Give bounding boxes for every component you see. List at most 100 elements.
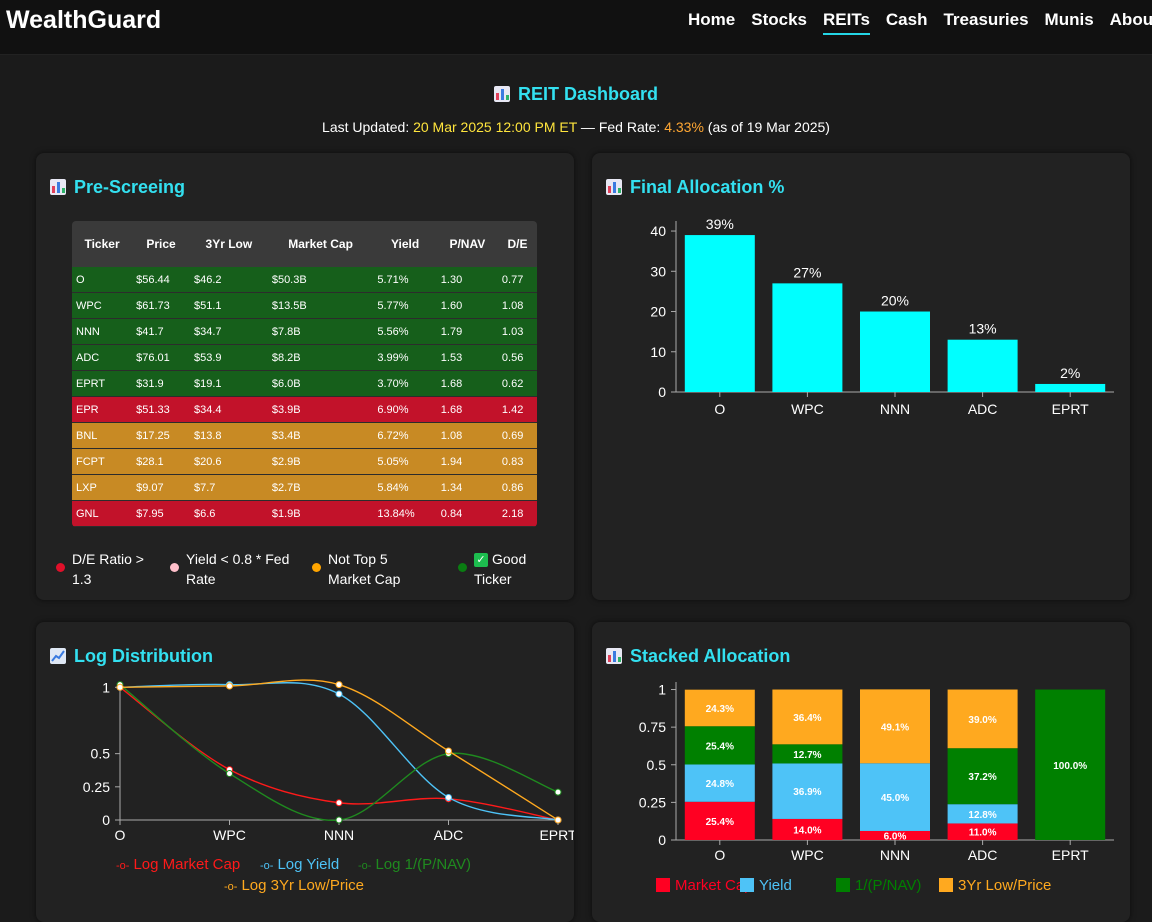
table-cell: 13.84% xyxy=(373,500,437,527)
legend-item[interactable]: Market Cap xyxy=(656,877,753,894)
y-tick-label: 0.5 xyxy=(647,757,667,773)
legend-item[interactable]: -o- Log Market Cap xyxy=(116,856,240,873)
data-point[interactable] xyxy=(335,681,343,689)
legend-item[interactable]: 3Yr Low/Price xyxy=(939,877,1051,894)
data-label: 39.0% xyxy=(968,715,996,726)
bar-eprt[interactable] xyxy=(1035,383,1106,392)
column-header[interactable]: Market Cap xyxy=(267,221,374,267)
column-header[interactable]: 3Yr Low xyxy=(189,221,268,267)
y-tick-label: 0.5 xyxy=(91,746,111,762)
table-cell: $19.1 xyxy=(189,370,268,397)
column-header[interactable]: Price xyxy=(132,221,190,267)
table-cell: $20.6 xyxy=(189,448,268,475)
bar-wpc[interactable] xyxy=(772,283,843,392)
check-icon: ✓ xyxy=(474,553,488,567)
legend-marker-icon: -o- xyxy=(358,860,372,872)
table-cell: 1.79 xyxy=(436,318,498,345)
y-tick-label: 0 xyxy=(658,832,666,848)
nav-cash[interactable]: Cash xyxy=(886,10,928,33)
table-row: O $56.44 $46.2 $50.3B 5.71% 1.30 0.77 xyxy=(72,267,537,293)
data-point[interactable] xyxy=(226,770,233,778)
column-header[interactable]: Ticker xyxy=(72,221,133,267)
nav-reits[interactable]: REITs xyxy=(822,10,870,35)
table-header-row: Ticker Price 3Yr Low Market Cap Yield P/NAV D/… xyxy=(72,221,537,267)
legend-marker-icon: -o- xyxy=(224,881,238,893)
data-label: 20% xyxy=(881,293,909,309)
data-label: 49.1% xyxy=(881,722,909,733)
table-cell: $13.5B xyxy=(267,292,374,319)
legend-item: D/E Ratio > 1.3 xyxy=(56,549,186,589)
data-point[interactable] xyxy=(335,690,343,698)
column-header[interactable]: D/E xyxy=(497,221,537,267)
data-point[interactable] xyxy=(116,683,124,691)
table-cell: $6.6 xyxy=(189,500,268,527)
y-tick-label: 10 xyxy=(650,344,666,360)
legend-swatch xyxy=(939,878,953,892)
nav-abou[interactable]: Abou xyxy=(1110,10,1152,33)
table-cell: 0.83 xyxy=(497,448,537,475)
legend-label: Log 3Yr Low/Price xyxy=(241,877,365,894)
data-label: 12.8% xyxy=(968,810,996,821)
table-cell: $53.9 xyxy=(189,344,268,371)
nav-home[interactable]: Home xyxy=(688,10,735,33)
legend-label: Yield xyxy=(759,877,792,894)
table-cell: $34.4 xyxy=(189,396,268,423)
bar-chart-icon xyxy=(606,648,622,664)
data-point[interactable] xyxy=(554,816,562,824)
table-row: BNL $17.25 $13.8 $3.4B 6.72% 1.08 0.69 xyxy=(72,422,537,449)
nav-munis[interactable]: Munis xyxy=(1045,10,1094,33)
data-label: 14.0% xyxy=(793,825,821,836)
data-point[interactable] xyxy=(226,682,233,690)
column-header[interactable]: P/NAV xyxy=(436,221,498,267)
nav-stocks[interactable]: Stocks xyxy=(751,10,807,33)
y-tick-label: 0 xyxy=(102,812,110,828)
table-cell: $17.25 xyxy=(132,422,190,449)
bar-nnn[interactable] xyxy=(860,311,930,392)
nav-treasuries[interactable]: Treasuries xyxy=(943,10,1028,33)
app-logo[interactable]: WealthGuard xyxy=(6,6,161,35)
ticker-cell: GNL xyxy=(72,500,133,527)
bar-adc[interactable] xyxy=(947,339,1018,392)
card-title: Pre-Screeing xyxy=(50,177,185,198)
page-title: REIT Dashboard xyxy=(0,84,1152,105)
x-tick-label: NNN xyxy=(880,847,910,863)
data-label: 11.0% xyxy=(969,828,997,839)
data-point[interactable] xyxy=(335,816,343,824)
ticker-cell: WPC xyxy=(72,292,133,319)
table-cell: $34.7 xyxy=(189,318,268,345)
legend-swatch xyxy=(740,878,754,892)
data-point[interactable] xyxy=(445,793,452,801)
legend-item[interactable]: -o- Log 3Yr Low/Price xyxy=(224,877,364,894)
table-cell: 6.72% xyxy=(373,422,437,449)
data-point[interactable] xyxy=(554,788,562,796)
legend-item[interactable]: 1/(P/NAV) xyxy=(836,877,921,894)
line-chart-icon xyxy=(50,648,66,664)
table-cell: $2.9B xyxy=(267,448,374,475)
legend-label: Ticker xyxy=(474,571,512,587)
data-point[interactable] xyxy=(445,747,452,755)
data-label: 24.3% xyxy=(706,704,734,715)
table-cell: 0.62 xyxy=(497,370,537,397)
column-header[interactable]: Yield xyxy=(373,221,437,267)
legend-item[interactable]: -o- Log 1/(P/NAV) xyxy=(358,856,471,873)
x-tick-label: ADC xyxy=(434,827,464,843)
table-cell: 3.70% xyxy=(373,370,437,397)
bar-o[interactable] xyxy=(684,235,755,392)
data-label: 27% xyxy=(793,264,821,280)
y-tick-label: 0.25 xyxy=(83,779,110,795)
data-label: 12.7% xyxy=(793,750,821,761)
table-row: LXP $9.07 $7.7 $2.7B 5.84% 1.34 0.86 xyxy=(72,474,537,501)
legend-swatch xyxy=(836,878,850,892)
y-tick-label: 20 xyxy=(650,304,666,320)
data-label: 39% xyxy=(706,216,734,232)
table-cell: 1.03 xyxy=(497,318,537,345)
ticker-cell: NNN xyxy=(72,318,133,345)
legend-label: 1/(P/NAV) xyxy=(855,877,922,894)
fed-rate-value: 4.33% xyxy=(664,119,704,135)
legend-item[interactable]: -o- Log Yield xyxy=(260,856,339,873)
data-label: 36.4% xyxy=(793,713,821,724)
legend-item[interactable]: Yield xyxy=(740,877,792,894)
table-row: FCPT $28.1 $20.6 $2.9B 5.05% 1.94 0.83 xyxy=(72,448,537,475)
main-nav: Home Stocks REITs Cash Treasuries Munis Abou xyxy=(688,10,1152,35)
data-point[interactable] xyxy=(335,799,343,807)
